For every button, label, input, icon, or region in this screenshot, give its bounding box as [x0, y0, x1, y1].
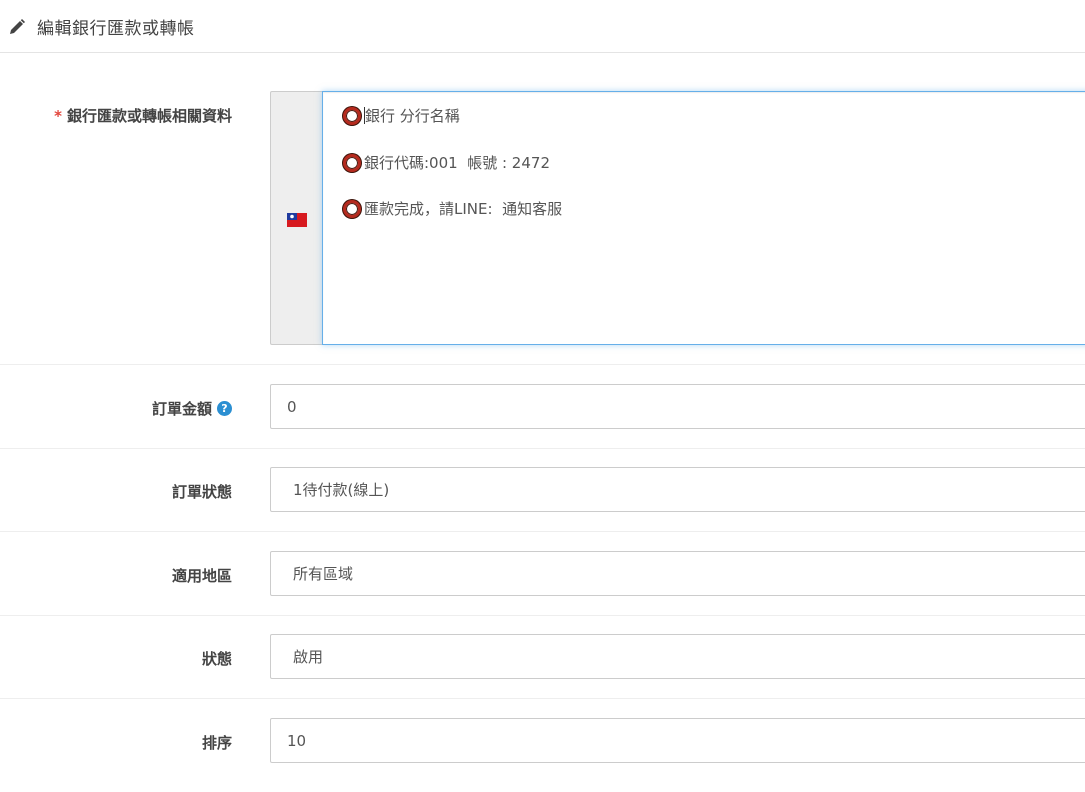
editor-line-text: 匯款完成，請LINE: 通知客服 — [364, 200, 563, 218]
order-amount-label: 訂單金額 ? — [152, 398, 232, 419]
order-status-value: 1待付款(線上) — [293, 481, 390, 499]
taiwan-flag-icon — [287, 213, 307, 227]
region-label: 適用地區 — [172, 565, 232, 586]
editor-line-text: 銀行 分行名稱 — [365, 107, 460, 125]
status-label-text: 狀態 — [201, 650, 232, 668]
language-flag-addon — [270, 91, 323, 345]
form-row-region: 適用地區 所有區域 — [0, 532, 1085, 616]
ring-icon — [343, 106, 361, 125]
form-row-order-amount: 訂單金額 ? 0 — [0, 365, 1085, 449]
page-title: 編輯銀行匯款或轉帳 — [37, 19, 195, 39]
order-status-label: 訂單狀態 — [172, 481, 232, 502]
order-status-select[interactable]: 1待付款(線上) — [270, 467, 1085, 512]
region-select[interactable]: 所有區域 — [270, 551, 1085, 596]
sort-order-label-text: 排序 — [201, 734, 232, 752]
editor-line-text: 銀行代碼:001 帳號 : 2472 — [364, 154, 550, 172]
order-status-label-text: 訂單狀態 — [171, 483, 232, 501]
question-circle-icon[interactable]: ? — [217, 401, 232, 416]
bank-info-label: * 銀行匯款或轉帳相關資料 — [54, 105, 232, 126]
status-label: 狀態 — [202, 648, 232, 669]
form-row-status: 狀態 啟用 — [0, 616, 1085, 699]
status-value: 啟用 — [293, 648, 324, 666]
bank-info-editor[interactable]: 銀行 分行名稱 銀行代碼:001 帳號 : 2472 匯款完成，請LINE: 通… — [322, 91, 1085, 345]
bank-info-label-text: 銀行匯款或轉帳相關資料 — [66, 107, 232, 125]
ring-icon — [343, 199, 361, 218]
editor-line: 匯款完成，請LINE: 通知客服 — [343, 198, 562, 219]
form-row-sort-order: 排序 10 — [0, 699, 1085, 792]
status-select[interactable]: 啟用 — [270, 634, 1085, 679]
order-amount-label-text: 訂單金額 — [151, 400, 212, 418]
sort-order-label: 排序 — [202, 732, 232, 753]
required-mark: * — [54, 106, 62, 125]
sort-order-input[interactable]: 10 — [270, 718, 1085, 763]
ring-icon — [343, 153, 361, 172]
form-row-order-status: 訂單狀態 1待付款(線上) — [0, 449, 1085, 532]
order-amount-input[interactable]: 0 — [270, 384, 1085, 429]
editor-line: 銀行 分行名稱 — [343, 105, 460, 126]
editor-line: 銀行代碼:001 帳號 : 2472 — [343, 152, 550, 173]
sort-order-value: 10 — [287, 731, 307, 750]
pencil-icon — [10, 19, 25, 34]
region-value: 所有區域 — [293, 565, 354, 583]
panel-heading: 編輯銀行匯款或轉帳 — [0, 0, 1085, 53]
order-amount-value: 0 — [287, 397, 297, 416]
region-label-text: 適用地區 — [171, 567, 232, 585]
